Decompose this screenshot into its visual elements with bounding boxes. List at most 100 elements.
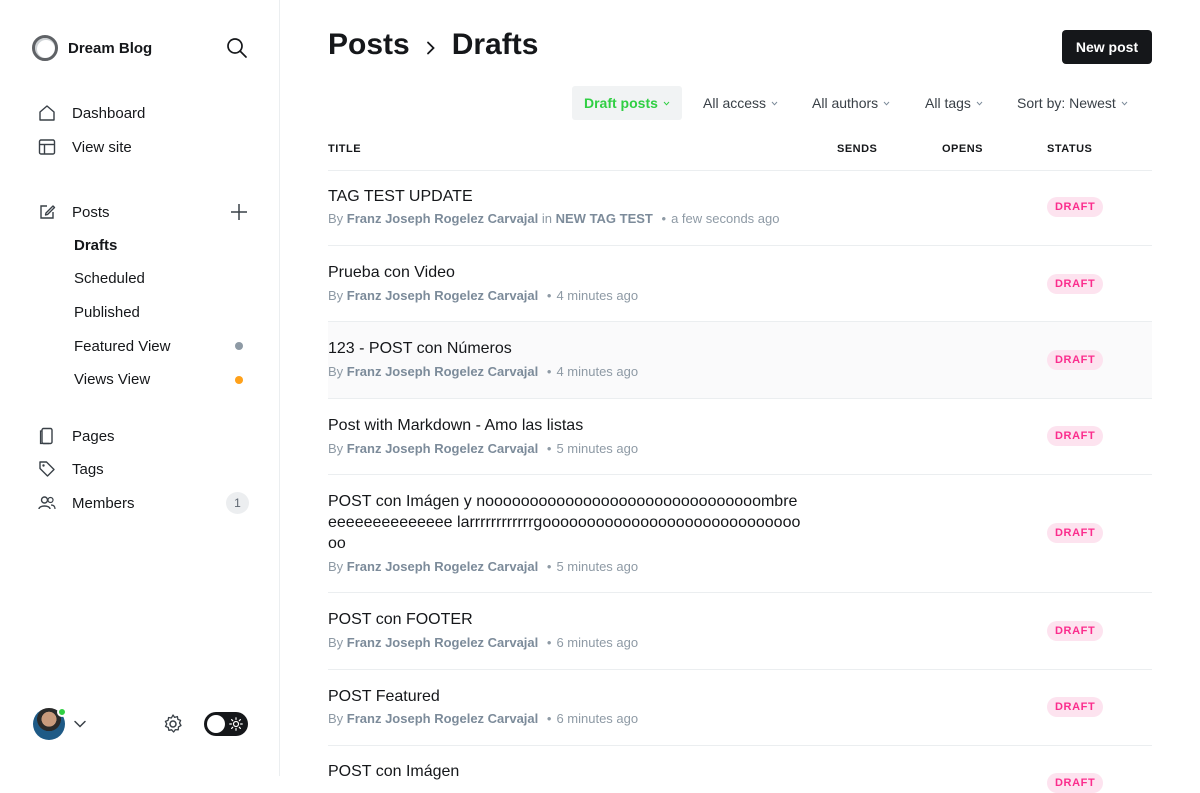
sidebar-item-members[interactable]: Members bbox=[38, 492, 135, 514]
post-author: Franz Joseph Rogelez Carvajal bbox=[346, 559, 539, 574]
status-badge: DRAFT bbox=[1047, 773, 1104, 793]
tag-icon bbox=[39, 461, 55, 477]
meta-separator: • bbox=[546, 635, 552, 650]
post-time: 6 minutes ago bbox=[556, 635, 639, 650]
filter-type-label: Draft posts bbox=[584, 95, 658, 111]
filter-type-select[interactable]: Draft posts bbox=[572, 86, 682, 120]
table-row[interactable]: 123 - POST con Números By Franz Joseph R… bbox=[328, 322, 1152, 399]
sidebar-item-view-site[interactable]: View site bbox=[38, 136, 132, 158]
sun-icon bbox=[229, 717, 243, 731]
filter-tags-select[interactable]: All tags bbox=[925, 86, 983, 120]
meta-separator: • bbox=[546, 288, 552, 303]
meta-by: By bbox=[328, 441, 344, 456]
post-title: Post with Markdown - Amo las listas bbox=[328, 417, 584, 434]
filter-authors-select[interactable]: All authors bbox=[812, 86, 890, 120]
dark-mode-toggle[interactable] bbox=[204, 712, 248, 736]
page-title: Drafts bbox=[451, 28, 539, 61]
sidebar-item-label: Pages bbox=[72, 427, 115, 445]
column-header-title: TITLE bbox=[328, 143, 362, 155]
post-author: Franz Joseph Rogelez Carvajal bbox=[346, 711, 539, 726]
sidebar-item-views-view[interactable]: Views View bbox=[74, 371, 150, 391]
post-meta: By Franz Joseph Rogelez Carvajal • 6 minu… bbox=[328, 711, 638, 726]
status-badge: DRAFT bbox=[1047, 350, 1104, 370]
post-time: 4 minutes ago bbox=[556, 288, 639, 303]
toggle-knob bbox=[207, 715, 225, 733]
edit-icon bbox=[40, 205, 56, 219]
filter-access-select[interactable]: All access bbox=[703, 86, 778, 120]
post-author: Franz Joseph Rogelez Carvajal bbox=[346, 211, 539, 226]
table-row[interactable]: POST Featured By Franz Joseph Rogelez Ca… bbox=[328, 670, 1152, 746]
post-title: POST con Imágen bbox=[328, 763, 460, 780]
gear-icon[interactable] bbox=[162, 713, 184, 735]
status-badge: DRAFT bbox=[1047, 426, 1104, 446]
post-meta: By Franz Joseph Rogelez Carvajal • 5 minu… bbox=[328, 559, 638, 574]
featured-view-dot bbox=[235, 342, 243, 350]
meta-in: in bbox=[541, 211, 552, 226]
home-icon bbox=[39, 105, 55, 121]
sidebar-item-scheduled[interactable]: Scheduled bbox=[74, 270, 145, 290]
post-meta: By Franz Joseph Rogelez Carvajal • 6 minu… bbox=[328, 635, 638, 650]
sidebar-item-label: Dashboard bbox=[72, 104, 146, 122]
post-tag: NEW TAG TEST bbox=[555, 211, 653, 226]
post-meta: By Franz Joseph Rogelez Carvajal • 4 minu… bbox=[328, 288, 638, 303]
sidebar-item-drafts[interactable]: Drafts bbox=[74, 237, 117, 257]
sidebar-item-tags[interactable]: Tags bbox=[38, 458, 104, 480]
table-row[interactable]: POST con FOOTER By Franz Joseph Rogelez … bbox=[328, 593, 1152, 670]
post-time: a few seconds ago bbox=[671, 211, 780, 226]
post-title: Prueba con Video bbox=[328, 264, 455, 281]
meta-by: By bbox=[328, 635, 344, 650]
table-row[interactable]: POST con Imágen y nooooooooooooooooooooo… bbox=[328, 475, 1152, 593]
sidebar-item-published[interactable]: Published bbox=[74, 304, 140, 324]
chevron-down-icon bbox=[663, 101, 670, 106]
column-header-status: STATUS bbox=[1047, 143, 1093, 155]
post-title: 123 - POST con Números bbox=[328, 340, 512, 357]
post-title: POST con FOOTER bbox=[328, 611, 473, 628]
meta-separator: • bbox=[546, 559, 552, 574]
breadcrumb: Posts Drafts bbox=[328, 28, 538, 62]
sidebar-item-posts[interactable]: Posts bbox=[38, 201, 110, 223]
filter-access-label: All access bbox=[703, 95, 767, 111]
meta-separator: • bbox=[546, 441, 552, 456]
post-time: 5 minutes ago bbox=[556, 559, 639, 574]
status-badge: DRAFT bbox=[1047, 274, 1104, 294]
filter-tags-label: All tags bbox=[925, 95, 971, 111]
filter-authors-label: All authors bbox=[812, 95, 879, 111]
sidebar: Dream Blog Dashboard View site Posts Dra… bbox=[0, 0, 280, 776]
post-meta: By Franz Joseph Rogelez Carvajal in NEW … bbox=[328, 211, 779, 226]
post-time: 4 minutes ago bbox=[556, 364, 639, 379]
meta-by: By bbox=[328, 711, 344, 726]
sort-select[interactable]: Sort by: Newest bbox=[1017, 86, 1128, 120]
status-badge: DRAFT bbox=[1047, 523, 1104, 543]
table-header: TITLE SENDS OPENS STATUS bbox=[328, 140, 1152, 171]
post-author: Franz Joseph Rogelez Carvajal bbox=[346, 441, 539, 456]
online-status-dot bbox=[57, 707, 67, 717]
new-post-button[interactable]: New post bbox=[1062, 30, 1152, 64]
table-row[interactable]: Post with Markdown - Amo las listas By F… bbox=[328, 399, 1152, 475]
sidebar-item-featured-view[interactable]: Featured View bbox=[74, 338, 170, 358]
table-row[interactable]: TAG TEST UPDATE By Franz Joseph Rogelez … bbox=[328, 170, 1152, 246]
meta-separator: • bbox=[546, 364, 552, 379]
sidebar-item-dashboard[interactable]: Dashboard bbox=[38, 102, 145, 124]
members-count-badge: 1 bbox=[226, 492, 249, 514]
breadcrumb-posts-link[interactable]: Posts bbox=[328, 28, 410, 62]
chevron-right-icon bbox=[426, 41, 435, 55]
brand[interactable]: Dream Blog bbox=[32, 32, 152, 64]
layout-icon bbox=[38, 139, 56, 155]
meta-by: By bbox=[328, 288, 344, 303]
post-author: Franz Joseph Rogelez Carvajal bbox=[346, 288, 539, 303]
table-row[interactable]: Prueba con Video By Franz Joseph Rogelez… bbox=[328, 246, 1152, 322]
search-icon[interactable] bbox=[226, 37, 248, 59]
chevron-down-icon[interactable] bbox=[73, 717, 87, 731]
post-author: Franz Joseph Rogelez Carvajal bbox=[346, 635, 539, 650]
table-row[interactable]: POST con Imágen DRAFT bbox=[328, 746, 1152, 793]
sidebar-item-label: Tags bbox=[72, 460, 104, 478]
views-view-dot bbox=[235, 376, 243, 384]
chevron-down-icon bbox=[976, 101, 983, 106]
post-meta: By Franz Joseph Rogelez Carvajal • 5 minu… bbox=[328, 441, 638, 456]
post-title: TAG TEST UPDATE bbox=[328, 188, 473, 205]
meta-separator: • bbox=[661, 211, 667, 226]
sidebar-item-pages[interactable]: Pages bbox=[38, 425, 115, 447]
post-title: POST con Imágen y nooooooooooooooooooooo… bbox=[328, 493, 801, 552]
chevron-down-icon bbox=[1121, 101, 1128, 106]
add-post-icon[interactable] bbox=[229, 202, 249, 222]
